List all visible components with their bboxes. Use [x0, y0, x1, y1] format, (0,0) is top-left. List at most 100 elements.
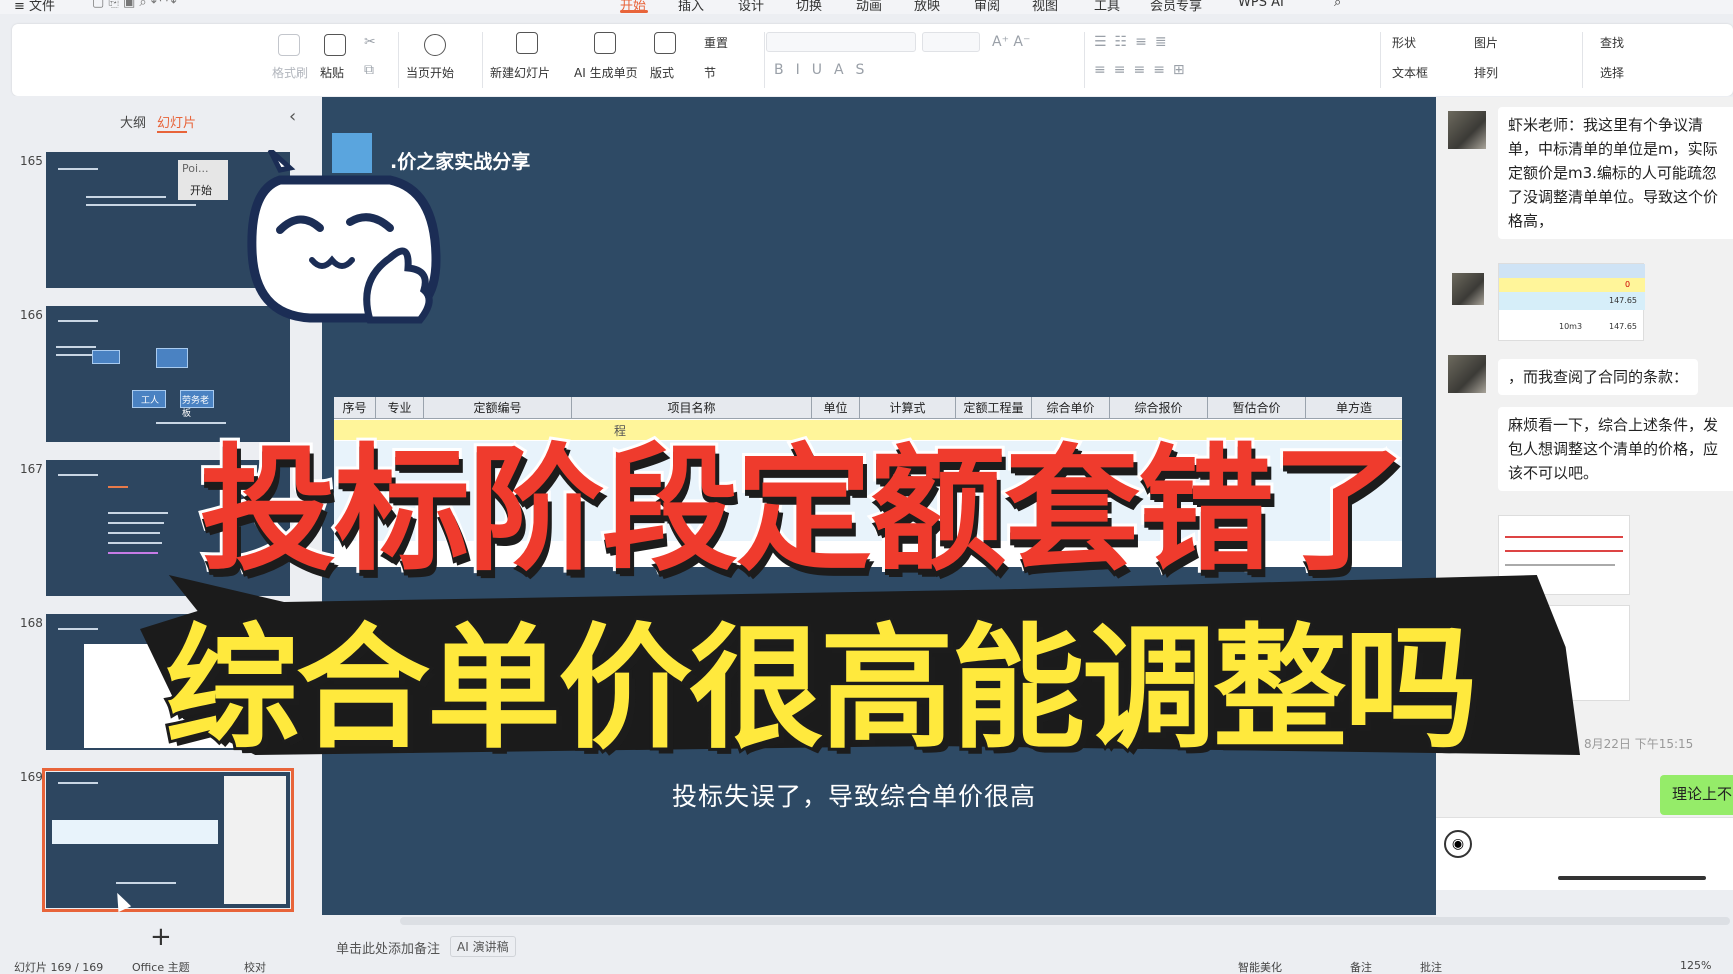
tab-member[interactable]: 会员专享 [1150, 0, 1202, 14]
tab-review[interactable]: 审阅 [974, 0, 1000, 14]
img-cell: 0 [1625, 280, 1631, 289]
thumb-text [116, 882, 176, 884]
reset-button[interactable]: 重置 [704, 34, 728, 51]
img-cell: 147.65 [1609, 322, 1637, 331]
ai-generate-button[interactable]: AI 生成单页 [574, 64, 638, 81]
ribbon-separator [482, 32, 483, 88]
textbox-button[interactable]: 文本框 [1392, 64, 1428, 81]
menu-bar: ≡ 文件 ▢ ⎘ ▣ ⌕ ↶ ↷ 开始 插入 设计 切换 动画 放映 审阅 视图… [0, 0, 1733, 14]
tab-outline[interactable]: 大纲 [120, 112, 146, 131]
arrange-button[interactable]: 排列 [1474, 64, 1498, 81]
notes-placeholder[interactable]: 单击此处添加备注 [336, 938, 440, 957]
chat-message-self: 理论上不 [1660, 775, 1733, 815]
tab-tools[interactable]: 工具 [1094, 0, 1120, 14]
wps-presentation-window: ≡ 文件 ▢ ⎘ ▣ ⌕ ↶ ↷ 开始 插入 设计 切换 动画 放映 审阅 视图… [0, 0, 1733, 974]
find-button[interactable]: 查找 [1600, 34, 1624, 51]
thumb-text [86, 204, 196, 206]
tab-animation[interactable]: 动画 [856, 0, 882, 14]
slide-number: 168 [20, 616, 43, 630]
shape-button[interactable]: 形状 [1392, 34, 1416, 51]
font-grow-icon[interactable]: A⁺ A⁻ [992, 34, 1030, 50]
ribbon-separator [1084, 32, 1085, 88]
picture-button[interactable]: 图片 [1474, 34, 1498, 51]
tab-slides-underline [157, 131, 187, 133]
collapse-panel-icon[interactable]: ‹ [289, 106, 296, 127]
thumb-text [58, 628, 98, 630]
thumb-text [58, 782, 98, 784]
new-slide-button[interactable]: 新建幻灯片 [490, 64, 550, 81]
thumb-node [92, 350, 120, 364]
node-label: 工人 [141, 396, 160, 406]
ai-notes-button[interactable]: AI 演讲稿 [450, 936, 516, 957]
zoom-level[interactable]: 125% [1680, 959, 1711, 972]
format-painter-button[interactable]: 格式刷 [272, 64, 308, 81]
search-icon[interactable]: ⌕ [1334, 0, 1341, 10]
notes-toggle[interactable]: 备注 [1350, 959, 1372, 974]
proof-button[interactable]: 校对 [244, 959, 266, 974]
slide-number: 167 [20, 462, 43, 476]
new-slide-icon [516, 32, 538, 54]
add-slide-icon[interactable]: + [150, 922, 172, 952]
play-current-button[interactable]: 当页开始 [406, 64, 454, 81]
section-button[interactable]: 节 [704, 64, 716, 81]
thumb-text [56, 354, 92, 356]
ribbon-separator [398, 32, 399, 88]
paste-button[interactable]: 粘贴 [320, 64, 344, 81]
thumb-popup: Poi... 开始 [178, 160, 228, 200]
tab-slideshow[interactable]: 放映 [914, 0, 940, 14]
tab-home-underline [620, 10, 648, 13]
thumb-text [108, 522, 164, 524]
horizontal-scrollbar[interactable] [400, 917, 1730, 925]
thumb-text [108, 512, 168, 514]
chat-screenshot: 虾米老师：我这里有个争议清单，中标清单的单位是m，实际定额价是m3.编标的人可能… [1436, 97, 1733, 890]
tab-design[interactable]: 设计 [738, 0, 764, 14]
voice-icon: ◉ [1444, 830, 1472, 858]
thumb-text [58, 474, 98, 476]
tab-transition[interactable]: 切换 [796, 0, 822, 14]
slide-number: 165 [20, 154, 43, 168]
thumb-text [58, 168, 98, 170]
thumb-node: 工人 [132, 390, 166, 408]
file-menu[interactable]: ≡ 文件 [14, 0, 55, 14]
font-family-select[interactable] [766, 32, 916, 52]
home-indicator [1558, 876, 1706, 880]
layout-button[interactable]: 版式 [650, 64, 674, 81]
tab-slides[interactable]: 幻灯片 [157, 112, 196, 131]
img-cell: 10m3 [1559, 322, 1583, 331]
chat-message: 麻烦看一下，综合上述条件，发包人想调整这个清单的价格，应该不可以吧。 [1498, 407, 1733, 491]
img-line [1505, 564, 1615, 566]
tab-view[interactable]: 视图 [1032, 0, 1058, 14]
avatar [1448, 111, 1486, 149]
notes-bar: 单击此处添加备注 AI 演讲稿 [322, 930, 1733, 960]
thumb-text [108, 486, 128, 488]
img-row [1499, 264, 1645, 278]
align-icons[interactable]: ≡≡≡≡⊞ [1094, 62, 1193, 78]
font-format-icons[interactable]: BIUAS [774, 62, 876, 78]
copy-icon[interactable]: ⧉ [364, 62, 374, 78]
ribbon-toolbar: 格式刷 粘贴 ✂ ⧉ 当页开始 新建幻灯片 AI 生成单页 版式 重置 节 BI… [12, 24, 1733, 96]
status-bar: 幻灯片 169 / 169 Office 主题 校对 智能美化 备注 批注 12… [0, 959, 1733, 974]
img-line [1505, 550, 1623, 552]
quick-access-icons[interactable]: ▢ ⎘ ▣ ⌕ ↶ ↷ [92, 0, 177, 10]
thumb-table [52, 820, 218, 844]
cut-icon[interactable]: ✂ [364, 34, 376, 50]
select-button[interactable]: 选择 [1600, 64, 1624, 81]
chat-timestamp: 8月22日 下午15:15 [1584, 737, 1694, 751]
overlay-title-line1: 投标阶段定额套错了 [197, 429, 1411, 593]
thumb-text [108, 552, 158, 554]
paragraph-icons[interactable]: ☰☷≡≣ [1094, 34, 1175, 50]
theme-name[interactable]: Office 主题 [132, 959, 190, 974]
ribbon-separator [1582, 32, 1583, 88]
chat-image-table: 0 147.65 147.65 10m3 [1498, 263, 1645, 341]
beautify-button[interactable]: 智能美化 [1238, 959, 1282, 974]
layout-icon [654, 32, 676, 54]
slide-number: 169 [20, 770, 43, 784]
tab-wps-ai[interactable]: WPS AI [1238, 0, 1284, 10]
thumb-text [58, 320, 98, 322]
comments-toggle[interactable]: 批注 [1420, 959, 1442, 974]
chat-input-bar: ◉ [1436, 817, 1733, 890]
slide-thumbnail-169[interactable] [42, 768, 294, 912]
tab-insert[interactable]: 插入 [678, 0, 704, 14]
font-size-select[interactable] [922, 32, 980, 52]
ribbon-separator [1380, 32, 1381, 88]
